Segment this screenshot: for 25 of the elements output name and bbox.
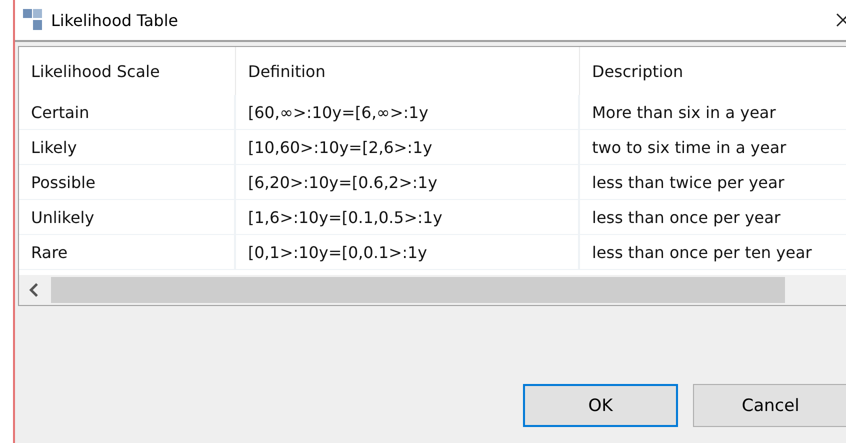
table-cell: [10,60>:10y=[2,6>:1y [236,130,580,165]
table-cell: less than once per year [580,200,846,235]
scroll-left-icon[interactable] [29,283,39,297]
table-cell: [1,6>:10y=[0.1,0.5>:1y [236,200,580,235]
app-logo-icon [23,9,43,31]
cancel-button[interactable]: Cancel [693,384,846,427]
column-header[interactable]: Description [580,47,846,95]
table-cell: Possible [19,165,236,200]
table-cell: less than once per ten year [580,235,846,270]
scrollbar-thumb[interactable] [51,277,785,303]
table-cell: Certain [19,95,236,130]
table-cell: Likely [19,130,236,165]
table-cell: [60,∞>:10y=[6,∞>:1y [236,95,580,130]
table-cell: [6,20>:10y=[0.6,2>:1y [236,165,580,200]
close-icon[interactable] [836,12,846,28]
table-cell: More than six in a year [580,95,846,130]
table-cell: less than twice per year [580,165,846,200]
window-title: Likelihood Table [51,10,180,30]
table-cell: Unlikely [19,200,236,235]
table-cell: Rare [19,235,236,270]
table-cell: [0,1>:10y=[0,0.1>:1y [236,235,580,270]
column-header[interactable]: Definition [236,47,580,95]
ok-button[interactable]: OK [523,384,678,427]
table-cell: two to six time in a year [580,130,846,165]
column-header[interactable]: Likelihood Scale [19,47,236,95]
